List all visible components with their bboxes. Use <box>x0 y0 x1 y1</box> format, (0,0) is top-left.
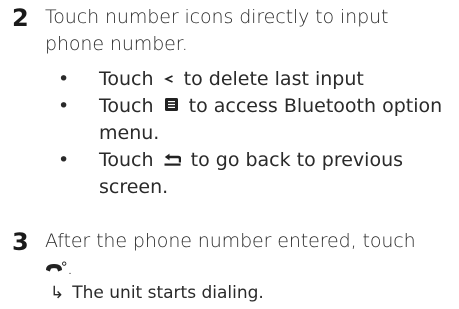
bullet-dot: • <box>58 149 70 171</box>
bullet-text-after: to delete last input <box>183 68 364 90</box>
step-text-line: After the phone number entered, touch <box>45 230 416 252</box>
back-icon <box>164 147 181 174</box>
bullet-text-cont: screen. <box>99 176 169 198</box>
bullet-text-before: Touch <box>99 68 154 90</box>
bullet-item: • Touch to access Bluetooth option menu. <box>58 93 458 147</box>
backspace-icon <box>163 66 174 93</box>
step-text-line: Touch number icons directly to input <box>45 6 389 28</box>
menu-icon <box>164 93 179 120</box>
step-number: 3 <box>12 228 29 256</box>
step-number: 2 <box>12 4 29 32</box>
bullet-text-after: to go back to previous <box>190 149 404 171</box>
bullet-item: • Touch to go back to previous screen. <box>58 147 458 201</box>
trailing-period: . <box>67 257 73 279</box>
step-text-line: phone number. <box>45 33 188 55</box>
phone-call-icon <box>45 255 67 282</box>
bullet-item: • Touch to delete last input <box>58 66 458 93</box>
step-text-line: . <box>45 255 455 282</box>
bullet-text-cont: menu. <box>99 122 160 144</box>
bullet-text-after: to access Bluetooth option <box>188 95 443 117</box>
result-line: ↳ The unit starts dialing. <box>50 281 264 305</box>
step-text: Touch number icons directly to input pho… <box>45 4 455 58</box>
step-text: After the phone number entered, touch . <box>45 228 455 282</box>
result-text: The unit starts dialing. <box>72 283 264 303</box>
bullet-text-before: Touch <box>99 149 154 171</box>
bullet-dot: • <box>58 95 70 117</box>
bullet-text-before: Touch <box>99 95 154 117</box>
bullet-list: • Touch to delete last input • Touch to … <box>58 66 458 201</box>
bullet-dot: • <box>58 68 70 90</box>
result-arrow-icon: ↳ <box>50 283 65 303</box>
